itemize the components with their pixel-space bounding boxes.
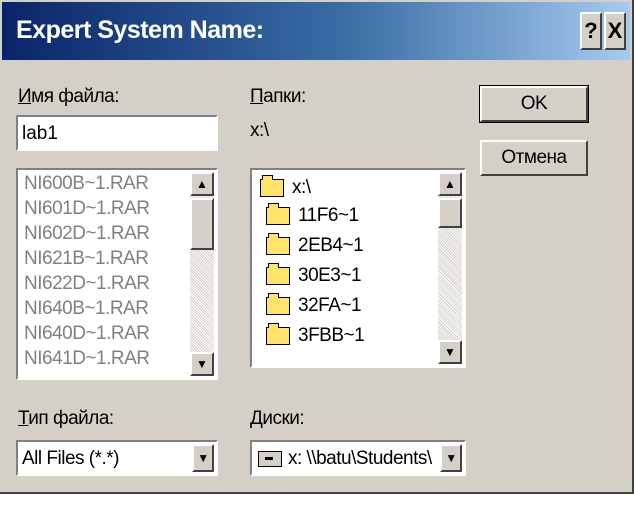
scroll-up-arrow-icon[interactable]: ▲ <box>438 172 462 196</box>
current-path: x:\ <box>250 120 269 141</box>
filetype-select[interactable]: All Files (*.*) ▼ <box>16 440 218 476</box>
filename-label: Имя файла: <box>18 86 120 107</box>
list-item[interactable]: NI640B~1.RAR <box>24 298 149 320</box>
filename-input[interactable]: lab1 <box>16 115 218 151</box>
folder-icon <box>266 293 290 315</box>
cancel-button[interactable]: Отмена <box>480 140 588 176</box>
list-item[interactable]: NI600B~1.RAR <box>24 173 149 195</box>
scroll-thumb[interactable] <box>190 198 214 250</box>
dropdown-arrow-icon[interactable]: ▼ <box>440 444 462 472</box>
filetype-label: Тип файла: <box>18 408 114 429</box>
network-drive-icon <box>258 450 282 467</box>
scroll-up-arrow-icon[interactable]: ▲ <box>190 172 214 196</box>
folder-icon <box>266 323 290 345</box>
list-item[interactable]: NI621B~1.RAR <box>24 248 149 270</box>
list-item[interactable]: NI601D~1.RAR <box>24 198 150 220</box>
filetype-value: All Files (*.*) <box>22 448 120 469</box>
filename-value: lab1 <box>22 123 58 144</box>
dropdown-arrow-icon[interactable]: ▼ <box>192 444 214 472</box>
folder-item[interactable]: 11F6~1 <box>266 202 359 230</box>
drive-select[interactable]: x: \\batu\Students\ ▼ <box>250 440 466 476</box>
drives-label: Диски: <box>250 408 305 429</box>
folders-label: Папки: <box>250 86 306 107</box>
folder-item[interactable]: 32FA~1 <box>266 292 362 320</box>
list-item[interactable]: NI640D~1.RAR <box>24 323 150 345</box>
open-folder-icon <box>260 175 284 197</box>
file-list-scrollbar[interactable]: ▲ ▼ <box>190 172 214 376</box>
folder-icon <box>266 233 290 255</box>
folder-list[interactable]: x:\ 11F6~1 2EB4~1 30E3~1 32FA~1 3FBB~1 ▲… <box>250 168 466 368</box>
folder-root-item[interactable]: x:\ <box>260 174 311 202</box>
title-bar: Expert System Name: ? X <box>2 2 630 60</box>
scroll-down-arrow-icon[interactable]: ▼ <box>438 340 462 364</box>
close-button[interactable]: X <box>604 12 626 50</box>
help-button[interactable]: ? <box>580 12 602 50</box>
save-dialog: Expert System Name: ? X Имя файла: lab1 … <box>0 0 634 494</box>
folder-item[interactable]: 3FBB~1 <box>266 322 365 350</box>
drive-value: x: \\batu\Students\ <box>258 448 434 470</box>
folder-icon <box>266 263 290 285</box>
scroll-down-arrow-icon[interactable]: ▼ <box>190 352 214 376</box>
list-item[interactable]: NI622D~1.RAR <box>24 273 150 295</box>
folder-item[interactable]: 30E3~1 <box>266 262 362 290</box>
window-title: Expert System Name: <box>16 16 264 44</box>
ok-button[interactable]: OK <box>479 85 589 123</box>
list-item[interactable]: NI602D~1.RAR <box>24 223 150 245</box>
scroll-thumb[interactable] <box>438 198 462 228</box>
file-list[interactable]: NI600B~1.RAR NI601D~1.RAR NI602D~1.RAR N… <box>16 168 218 380</box>
list-item[interactable]: NI641D~1.RAR <box>24 348 150 370</box>
folder-icon <box>266 203 290 225</box>
folder-list-scrollbar[interactable]: ▲ ▼ <box>438 172 462 364</box>
folder-item[interactable]: 2EB4~1 <box>266 232 364 260</box>
